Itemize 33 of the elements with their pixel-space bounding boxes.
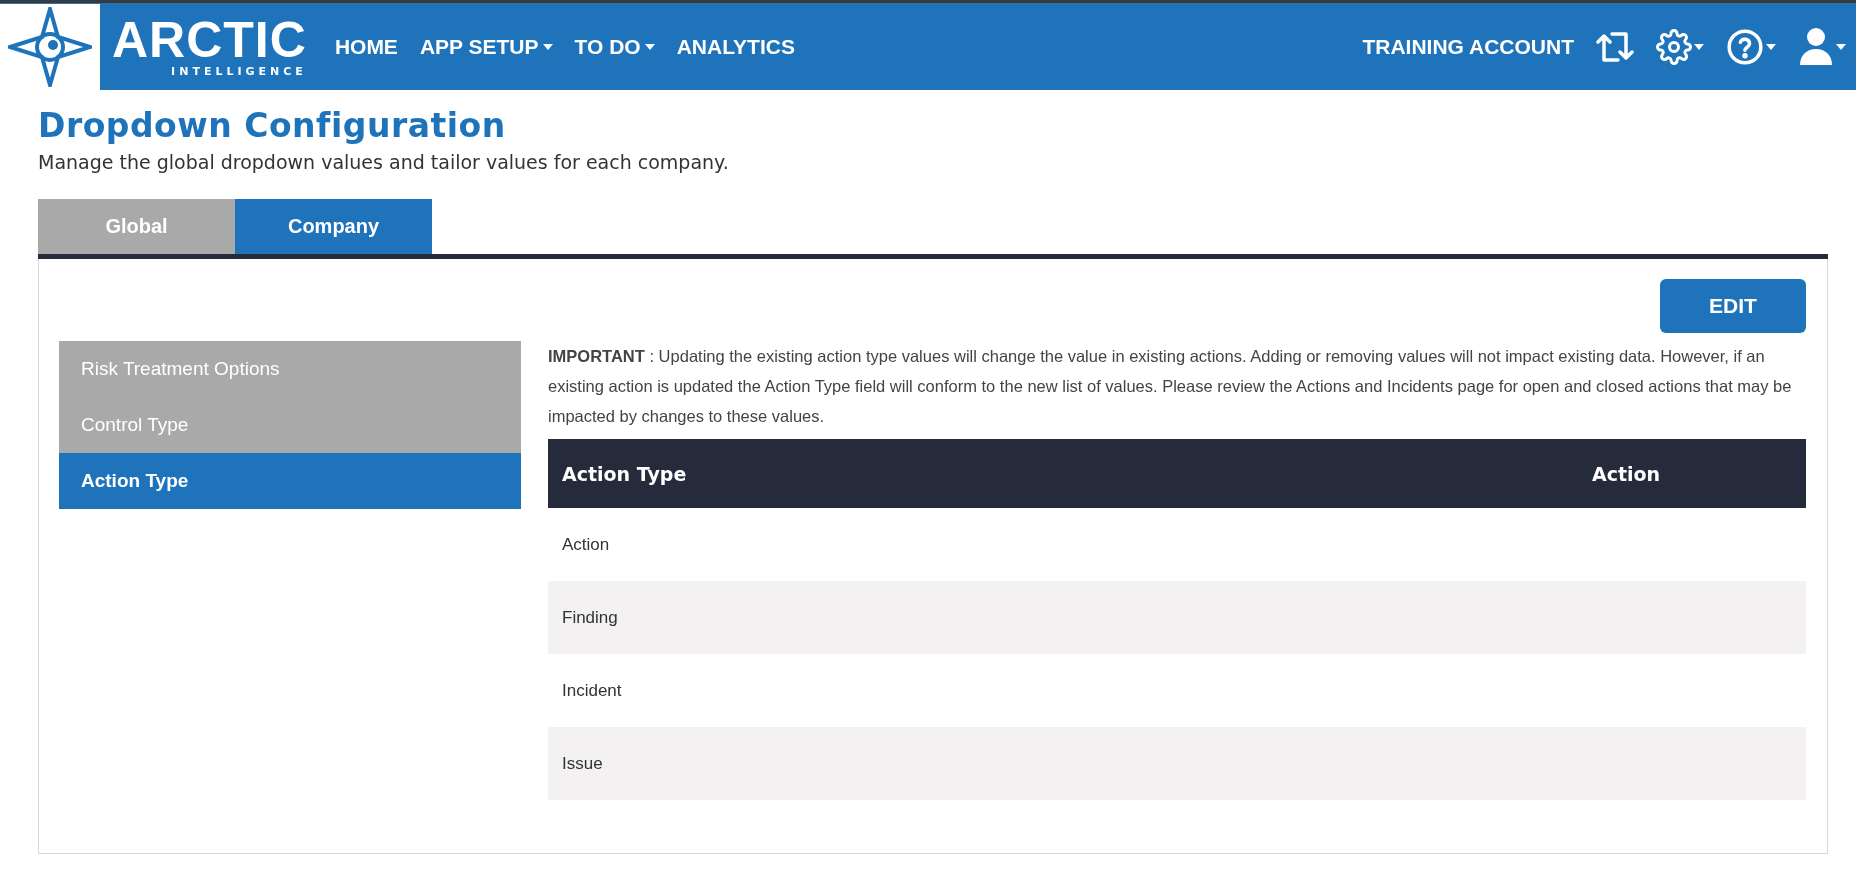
user-menu-button[interactable] <box>1798 26 1846 67</box>
sidebar-item[interactable]: Action Type <box>59 453 521 509</box>
caret-icon <box>1836 43 1846 50</box>
caret-icon <box>1766 43 1776 50</box>
page-title: Dropdown Configuration <box>38 106 507 145</box>
logo-title: ARCTIC <box>112 15 307 65</box>
help-menu-button[interactable] <box>1726 27 1776 66</box>
column-header: Action <box>1578 439 1806 508</box>
edit-button[interactable]: EDIT <box>1660 279 1806 333</box>
switch-account-button[interactable] <box>1596 29 1634 64</box>
logo-subtitle: INTELLIGENCE <box>171 65 307 78</box>
page-subtitle: Manage the global dropdown values and tailor values for each company. <box>38 151 730 173</box>
nav-link[interactable]: APP SETUP <box>419 34 553 59</box>
table-cell: Action <box>548 508 1578 581</box>
swap-arrows-icon <box>1596 29 1634 64</box>
tab[interactable]: Company <box>235 199 432 254</box>
nav-link[interactable]: HOME <box>334 34 398 59</box>
account-name: TRAINING ACCOUNT <box>1362 34 1574 59</box>
user-silhouette-icon <box>1798 26 1834 67</box>
table-cell: Finding <box>548 581 1578 654</box>
column-header: Action Type <box>548 439 1578 508</box>
nav-link[interactable]: ANALYTICS <box>676 34 795 59</box>
settings-icon <box>1656 28 1692 65</box>
nav-link[interactable]: TO DO <box>574 34 655 59</box>
caret-icon <box>644 43 655 50</box>
caret-icon <box>542 43 553 50</box>
table-cell: Incident <box>548 654 1578 727</box>
help-icon <box>1726 27 1764 66</box>
compass-star-logo-icon <box>8 6 92 87</box>
notice-text: IMPORTANT : Updating the existing action type values will change the value in existing actions. Adding or removing values will not impact existing data. However, if an existing action is updated the Action Type field will conform to the new list of values. Please review the Actions and Incidents page for open and closed actions that may be impacted by changes to these values. <box>548 346 1793 427</box>
caret-icon <box>1694 43 1704 50</box>
settings-menu-button[interactable] <box>1656 28 1704 65</box>
table-cell: Issue <box>548 727 1578 800</box>
